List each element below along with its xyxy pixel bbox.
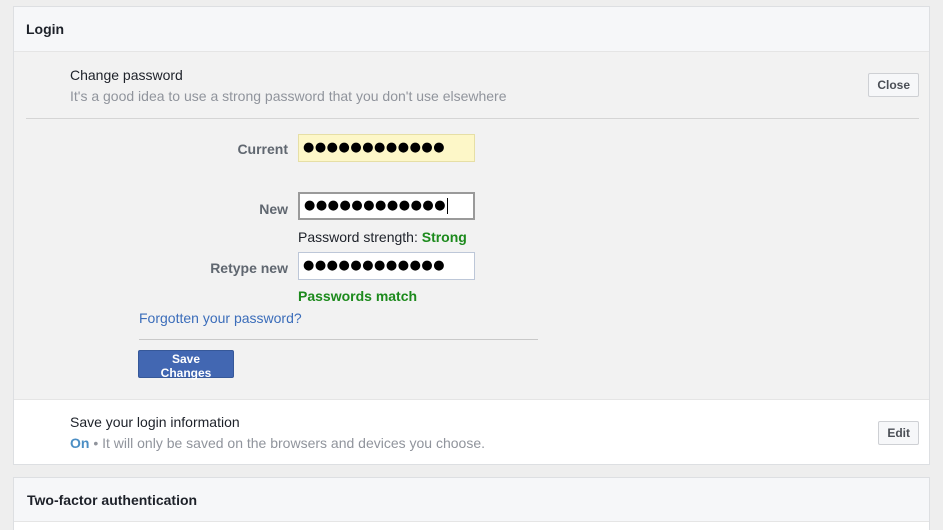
change-password-section: Change password It's a good idea to use … — [14, 52, 929, 400]
save-login-description: On • It will only be saved on the browse… — [70, 435, 485, 451]
passwords-match-text: Passwords match — [298, 288, 418, 304]
password-strength: Password strength: Strong — [298, 229, 467, 245]
login-card: Login Change password It's a good idea t… — [13, 6, 930, 465]
section-divider — [26, 118, 919, 119]
edit-button[interactable]: Edit — [878, 421, 919, 445]
password-strength-label: Password strength: — [298, 229, 422, 245]
current-password-input[interactable]: ●●●●●●●●●●●● — [298, 134, 475, 162]
new-password-input[interactable]: ●●●●●●●●●●●● — [298, 192, 475, 220]
change-password-description: It's a good idea to use a strong passwor… — [70, 88, 507, 104]
text-cursor — [447, 197, 449, 214]
new-password-value: ●●●●●●●●●●●● — [304, 198, 447, 213]
close-button[interactable]: Close — [868, 73, 919, 97]
login-header: Login — [14, 7, 929, 52]
form-divider — [139, 339, 538, 340]
retype-password-input[interactable]: ●●●●●●●●●●●● — [298, 252, 475, 280]
new-password-label: New — [259, 201, 288, 217]
retype-password-label: Retype new — [210, 260, 288, 276]
change-password-title: Change password — [70, 67, 183, 83]
forgot-password-link[interactable]: Forgotten your password? — [139, 310, 302, 326]
two-factor-card: Two-factor authentication — [13, 477, 930, 530]
password-strength-value: Strong — [421, 229, 467, 245]
save-login-title: Save your login information — [70, 414, 240, 430]
settings-page: Login Change password It's a good idea t… — [0, 0, 943, 530]
current-password-label: Current — [237, 141, 288, 157]
save-changes-button[interactable]: Save Changes — [138, 350, 234, 380]
two-factor-header: Two-factor authentication — [14, 478, 929, 522]
save-login-status: On — [70, 435, 90, 451]
save-login-description-text: • It will only be saved on the browsers … — [89, 435, 486, 451]
save-login-section: Save your login information On • It will… — [14, 400, 929, 464]
